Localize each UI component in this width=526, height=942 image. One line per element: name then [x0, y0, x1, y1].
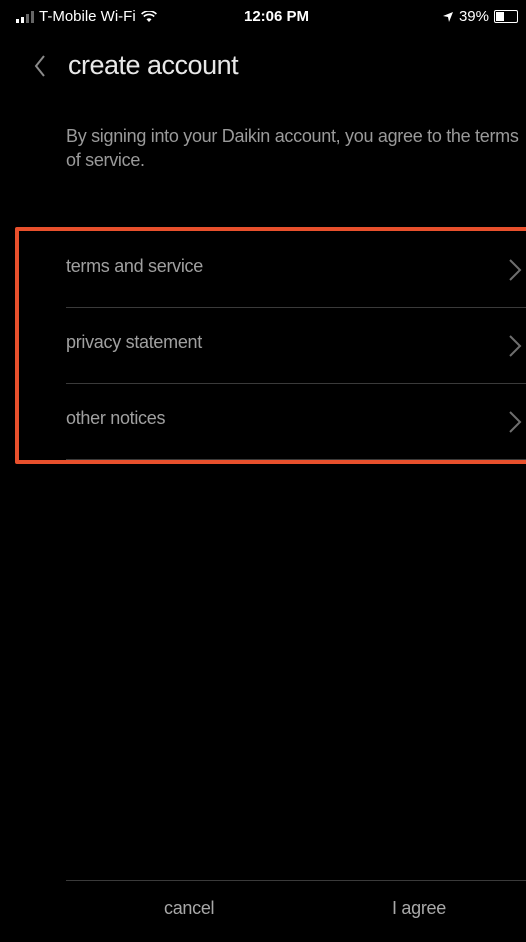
chevron-right-icon	[509, 411, 522, 433]
back-button[interactable]	[26, 50, 54, 82]
carrier-label: T-Mobile Wi-Fi	[39, 8, 136, 25]
battery-percent: 39%	[458, 8, 489, 25]
chevron-right-icon	[509, 259, 522, 281]
page-title: create account	[68, 50, 239, 80]
link-terms-and-service[interactable]: terms and service	[66, 232, 526, 308]
link-privacy-statement[interactable]: privacy statement	[66, 308, 526, 384]
location-icon	[442, 11, 453, 22]
divider	[66, 459, 526, 460]
signal-icon	[16, 10, 34, 23]
link-label: terms and service	[66, 256, 203, 276]
link-label: privacy statement	[66, 332, 202, 352]
link-label: other notices	[66, 408, 166, 428]
carrier-info: T-Mobile Wi-Fi	[16, 8, 157, 25]
chevron-right-icon	[509, 335, 522, 357]
nav-header: create account	[0, 44, 526, 96]
chevron-left-icon	[34, 55, 45, 77]
battery-info: 39%	[442, 8, 518, 25]
agree-button[interactable]: I agree	[392, 898, 446, 919]
footer-divider	[66, 880, 526, 881]
link-other-notices[interactable]: other notices	[66, 384, 526, 460]
status-time: 12:06 PM	[244, 8, 310, 25]
battery-icon	[494, 10, 518, 23]
intro-text: By signing into your Daikin account, you…	[66, 126, 519, 170]
status-bar: T-Mobile Wi-Fi 12:06 PM 39%	[0, 0, 526, 36]
cancel-button[interactable]: cancel	[164, 898, 215, 919]
wifi-icon	[140, 10, 157, 22]
